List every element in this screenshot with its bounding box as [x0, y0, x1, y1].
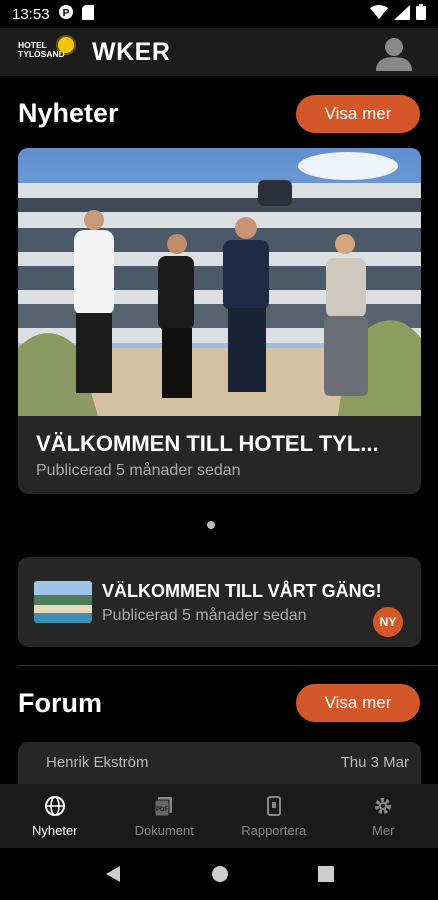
report-icon [266, 795, 281, 816]
featured-news-published: Publicerad 5 månader sedan [36, 462, 241, 479]
news-heading: Nyheter [18, 98, 119, 128]
forum-post-date: Thu 3 Mar [340, 754, 409, 771]
globe-icon [44, 795, 65, 816]
notification-icon: P [58, 4, 74, 24]
status-time: 13:53 [12, 5, 50, 23]
news-thumbnail [34, 581, 92, 623]
system-navigation-bar [0, 848, 438, 900]
home-icon[interactable] [211, 865, 229, 883]
carousel-indicator-dot[interactable] [207, 521, 215, 529]
nav-tab-rapportera[interactable]: Rapportera [219, 784, 329, 848]
profile-avatar-icon[interactable] [376, 35, 412, 71]
gear-icon [375, 797, 392, 814]
news-list-item[interactable]: VÄLKOMMEN TILL VÅRT GÄNG! Publicerad 5 m… [18, 557, 421, 647]
nav-tab-label: Rapportera [241, 822, 307, 838]
new-badge: NY [373, 607, 403, 637]
bottom-navigation: Nyheter PDF Dokument Rapportera Mer [0, 784, 438, 848]
nav-tab-label: Nyheter [31, 822, 78, 838]
svg-text:PDF: PDF [156, 807, 168, 813]
svg-text:P: P [62, 8, 69, 19]
forum-heading: Forum [18, 688, 102, 718]
battery-icon [416, 4, 426, 24]
forum-show-more-button[interactable]: Visa mer [296, 684, 420, 722]
news-item-title: VÄLKOMMEN TILL VÅRT GÄNG! [102, 581, 382, 601]
recents-icon[interactable] [317, 866, 334, 882]
featured-news-title: VÄLKOMMEN TILL HOTEL TYL... [36, 431, 379, 456]
forum-post-author: Henrik Ekström [46, 754, 149, 771]
document-icon: PDF [154, 796, 173, 816]
hotel-tylosand-logo: HOTEL TYLÖSAND [18, 37, 74, 67]
app-title: WKER [92, 37, 171, 66]
featured-news-card[interactable]: VÄLKOMMEN TILL HOTEL TYL... Publicerad 5… [18, 148, 421, 494]
section-divider [18, 665, 438, 666]
news-photo [18, 148, 421, 416]
sun-icon [58, 37, 74, 53]
status-bar: 13:53 P [0, 0, 438, 28]
nav-tab-dokument[interactable]: PDF Dokument [110, 784, 220, 848]
back-icon[interactable] [104, 865, 122, 883]
sd-card-icon [81, 4, 94, 24]
nav-tab-label: Dokument [134, 822, 194, 838]
signal-icon [394, 4, 410, 24]
nav-tab-mer[interactable]: Mer [329, 784, 438, 848]
news-show-more-button[interactable]: Visa mer [296, 95, 420, 133]
nav-tab-label: Mer [372, 822, 395, 838]
wifi-icon [370, 5, 388, 23]
news-item-published: Publicerad 5 månader sedan [102, 607, 307, 624]
forum-post-row[interactable]: Henrik Ekström Thu 3 Mar [18, 742, 421, 784]
nav-tab-nyheter[interactable]: Nyheter [0, 784, 110, 848]
app-bar: HOTEL TYLÖSAND WKER [0, 28, 438, 76]
